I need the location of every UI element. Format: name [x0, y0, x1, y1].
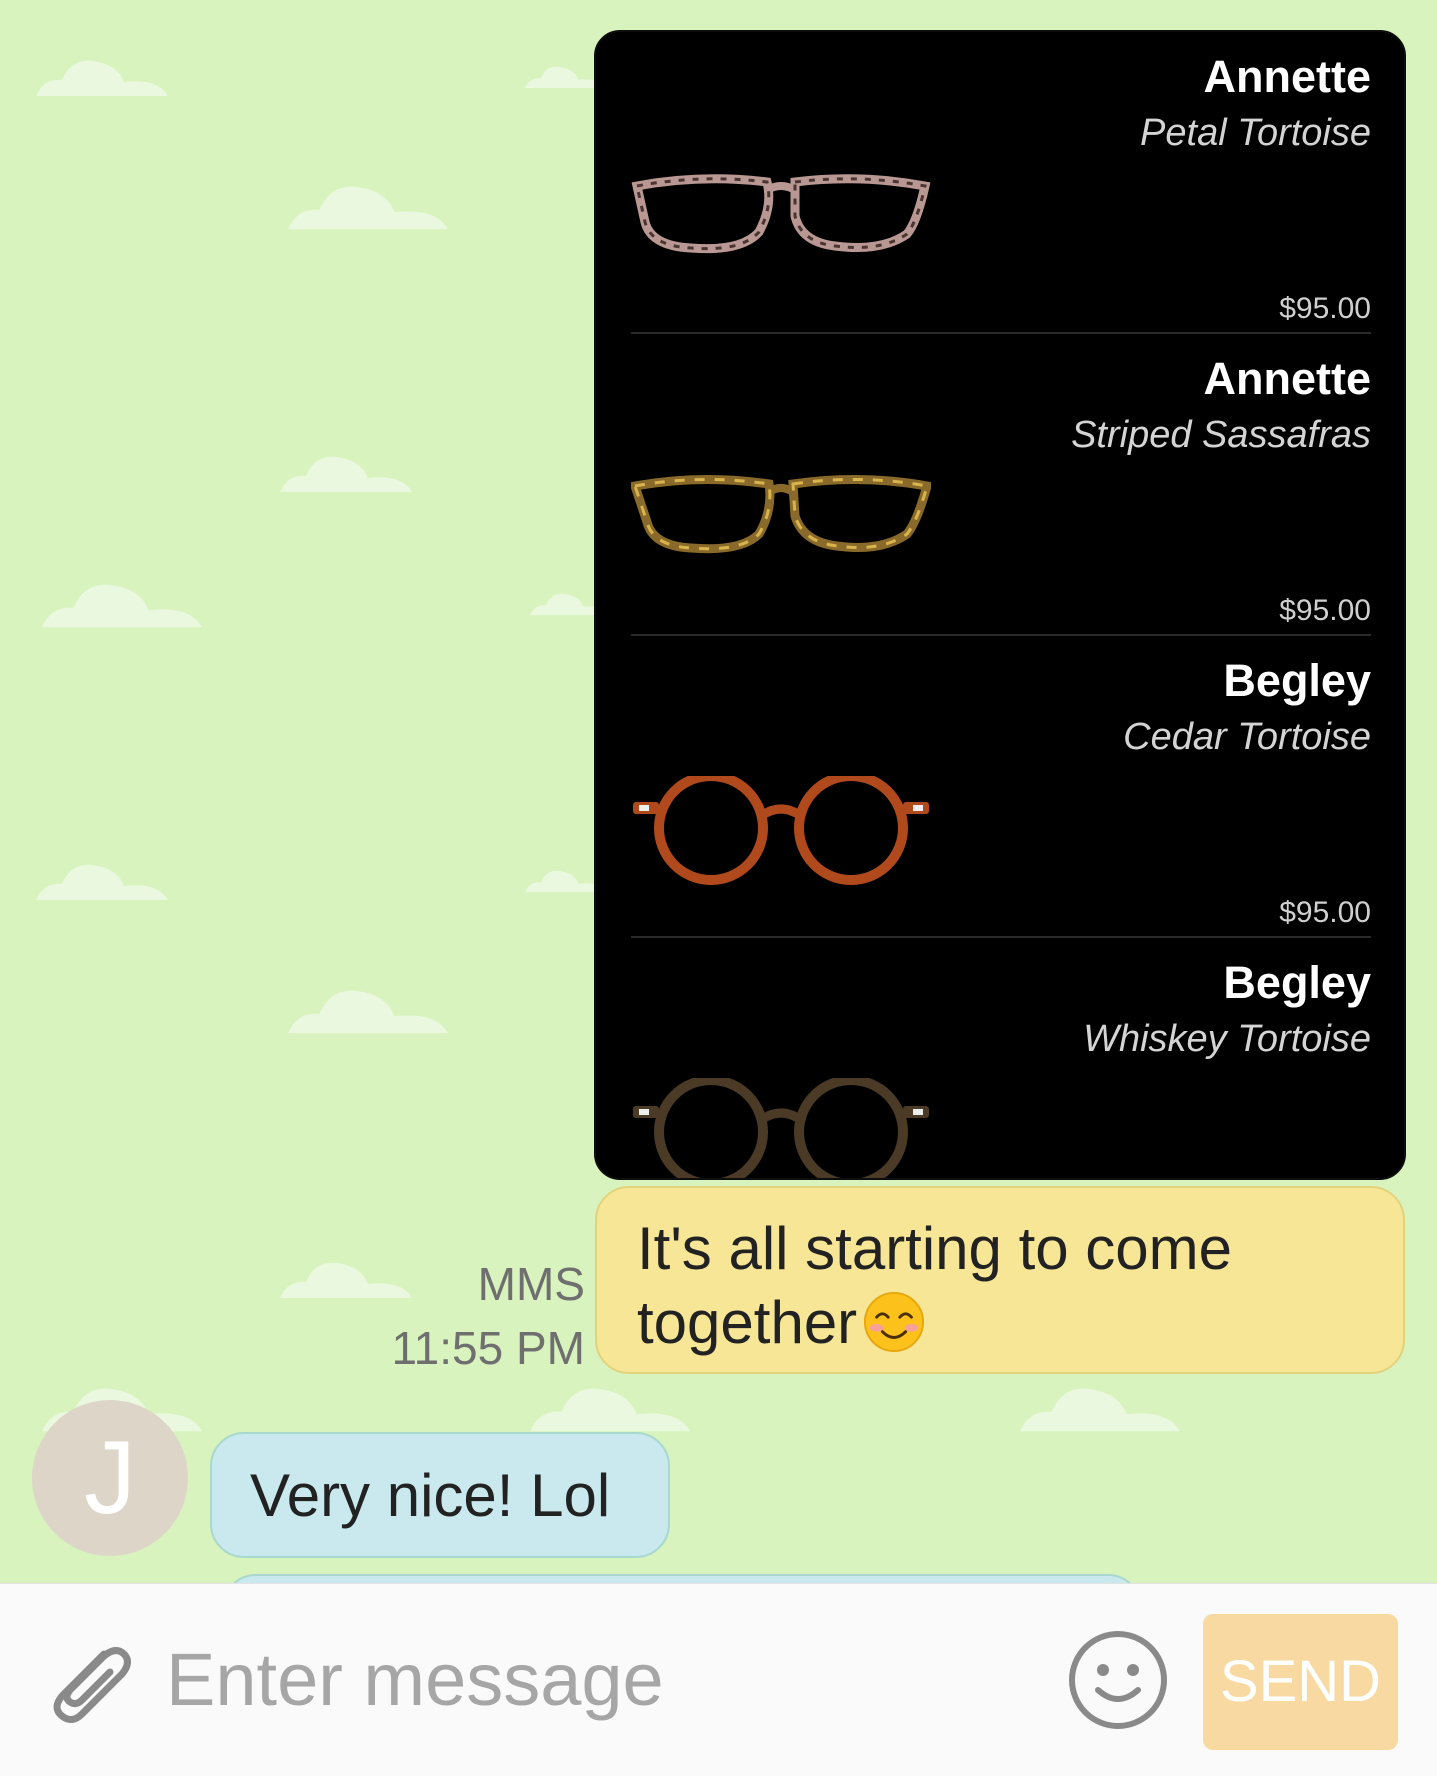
product-price: $95.00 [1279, 896, 1371, 929]
received-message-bubble[interactable]: Very nice! Lol [210, 1432, 670, 1558]
glasses-icon [633, 776, 929, 885]
product-color: Whiskey Tortoise [1083, 1018, 1371, 1060]
message-time: 11:55 PM [391, 1322, 585, 1374]
send-button[interactable]: SEND [1203, 1614, 1398, 1750]
background-cloud [36, 860, 168, 900]
paperclip-icon[interactable] [40, 1634, 140, 1734]
background-cloud [530, 1376, 690, 1438]
sent-message-text: It's all starting to come together [637, 1212, 1363, 1360]
smiling-face-emoji-icon [864, 1291, 925, 1353]
background-cloud [1020, 1376, 1180, 1438]
background-cloud [288, 174, 448, 236]
message-composer: SEND [0, 1583, 1437, 1776]
message-type: MMS [477, 1258, 585, 1310]
product-name: Annette [1203, 51, 1372, 102]
smiley-icon[interactable] [1066, 1628, 1170, 1732]
product-color: Cedar Tortoise [1123, 716, 1371, 758]
glasses-icon [631, 474, 931, 554]
sent-message-bubble[interactable]: It's all starting to come together [595, 1186, 1405, 1374]
background-cloud [280, 452, 412, 492]
background-cloud [525, 860, 605, 900]
product-item: Begley Whiskey Tortoise [631, 938, 1371, 1178]
background-cloud [36, 56, 168, 96]
product-item: Begley Cedar Tortoise $95.00 [631, 636, 1371, 938]
contact-avatar[interactable]: J [32, 1400, 188, 1556]
product-color: Striped Sassafras [1071, 414, 1371, 456]
product-name: Annette [1203, 353, 1372, 404]
product-name: Begley [1223, 655, 1371, 706]
message-input[interactable] [166, 1624, 1036, 1734]
glasses-icon [633, 1078, 929, 1178]
background-cloud [42, 572, 202, 634]
received-message-text: Very nice! Lol [250, 1461, 611, 1529]
background-cloud [288, 978, 448, 1040]
product-price: $95.00 [1279, 292, 1371, 325]
product-color: Petal Tortoise [1140, 112, 1371, 154]
mms-product-image[interactable]: Annette Petal Tortoise $95.00 Annette St… [594, 30, 1406, 1180]
product-item: Annette Striped Sassafras $95.00 [631, 334, 1371, 636]
product-item: Annette Petal Tortoise $95.00 [631, 32, 1371, 334]
message-meta: MMS 11:55 PM [392, 1252, 585, 1380]
product-name: Begley [1223, 957, 1371, 1008]
sent-message-body: It's all starting to come together [637, 1215, 1233, 1356]
background-cloud [525, 56, 605, 96]
product-price: $95.00 [1279, 594, 1371, 627]
glasses-icon [631, 174, 931, 254]
